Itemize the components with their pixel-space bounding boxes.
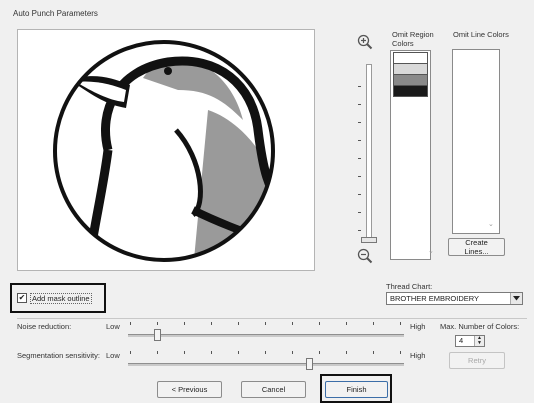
- zoom-tick: [358, 140, 361, 141]
- slider-tick: [265, 322, 266, 325]
- max-colors-value: 4: [459, 336, 464, 345]
- slider-tick: [157, 322, 158, 325]
- slider-tick: [373, 351, 374, 354]
- scroll-down-icon[interactable]: ⌄: [488, 220, 494, 228]
- zoom-slider-thumb[interactable]: [361, 237, 377, 243]
- mask-outline-label[interactable]: Add mask outline: [30, 293, 92, 304]
- checkmark-icon: ✔: [18, 293, 26, 302]
- slider-tick: [346, 351, 347, 354]
- chevron-down-icon[interactable]: [510, 293, 522, 304]
- slider-tick: [157, 351, 158, 354]
- zoom-tick: [358, 158, 361, 159]
- zoom-out-icon[interactable]: [357, 248, 373, 264]
- omit-region-label: Omit Region Colors: [392, 30, 434, 48]
- zoom-tick: [358, 230, 361, 231]
- mask-outline-checkbox[interactable]: ✔: [17, 293, 27, 303]
- create-lines-button[interactable]: Create Lines...: [448, 238, 505, 256]
- slider-tick: [211, 351, 212, 354]
- segmentation-low-label: Low: [106, 351, 120, 360]
- window-title: Auto Punch Parameters: [13, 9, 98, 18]
- zoom-tick: [358, 122, 361, 123]
- segmentation-slider-track[interactable]: [128, 363, 404, 366]
- spinner-arrows-icon[interactable]: ▲ ▼: [474, 336, 484, 346]
- cancel-button[interactable]: Cancel: [241, 381, 306, 398]
- slider-tick: [346, 322, 347, 325]
- noise-slider-thumb[interactable]: [154, 329, 161, 341]
- segmentation-slider-thumb[interactable]: [306, 358, 313, 370]
- zoom-tick: [358, 176, 361, 177]
- slider-tick: [265, 351, 266, 354]
- noise-low-label: Low: [106, 322, 120, 331]
- omit-line-list[interactable]: [452, 49, 500, 234]
- zoom-tick: [358, 194, 361, 195]
- slider-tick: [373, 322, 374, 325]
- image-preview: [17, 29, 315, 271]
- segmentation-label: Segmentation sensitivity:: [17, 351, 100, 360]
- slider-tick: [184, 351, 185, 354]
- slider-tick: [238, 322, 239, 325]
- noise-high-label: High: [410, 322, 426, 331]
- slider-tick: [319, 322, 320, 325]
- slider-tick: [319, 351, 320, 354]
- penguin-image: [53, 40, 275, 262]
- max-colors-label: Max. Number of Colors:: [440, 322, 520, 331]
- thread-chart-label: Thread Chart:: [386, 282, 433, 291]
- previous-button[interactable]: < Previous: [157, 381, 222, 398]
- thread-chart-value: BROTHER EMBROIDERY: [390, 294, 480, 303]
- scroll-down-icon[interactable]: ⌄: [428, 247, 434, 255]
- segmentation-high-label: High: [410, 351, 426, 360]
- slider-tick: [292, 322, 293, 325]
- thread-chart-select[interactable]: BROTHER EMBROIDERY: [386, 292, 523, 305]
- zoom-tick: [358, 86, 361, 87]
- separator: [17, 318, 527, 319]
- noise-slider-track[interactable]: [128, 334, 404, 337]
- retry-button[interactable]: Retry: [449, 352, 505, 369]
- region-color-swatch[interactable]: [393, 85, 428, 97]
- slider-tick: [130, 351, 131, 354]
- slider-tick: [400, 351, 401, 354]
- slider-tick: [184, 322, 185, 325]
- omit-line-label: Omit Line Colors: [453, 30, 509, 39]
- zoom-tick: [358, 104, 361, 105]
- zoom-slider-track[interactable]: [366, 64, 372, 242]
- zoom-tick: [358, 212, 361, 213]
- omit-region-label-line2: Colors: [392, 38, 414, 48]
- slider-tick: [400, 322, 401, 325]
- zoom-in-icon[interactable]: [357, 34, 373, 50]
- slider-tick: [130, 322, 131, 325]
- slider-tick: [211, 322, 212, 325]
- finish-button[interactable]: Finish: [325, 381, 388, 398]
- slider-tick: [238, 351, 239, 354]
- slider-tick: [292, 351, 293, 354]
- max-colors-spinner[interactable]: 4 ▲ ▼: [455, 335, 485, 347]
- noise-reduction-label: Noise reduction:: [17, 322, 72, 331]
